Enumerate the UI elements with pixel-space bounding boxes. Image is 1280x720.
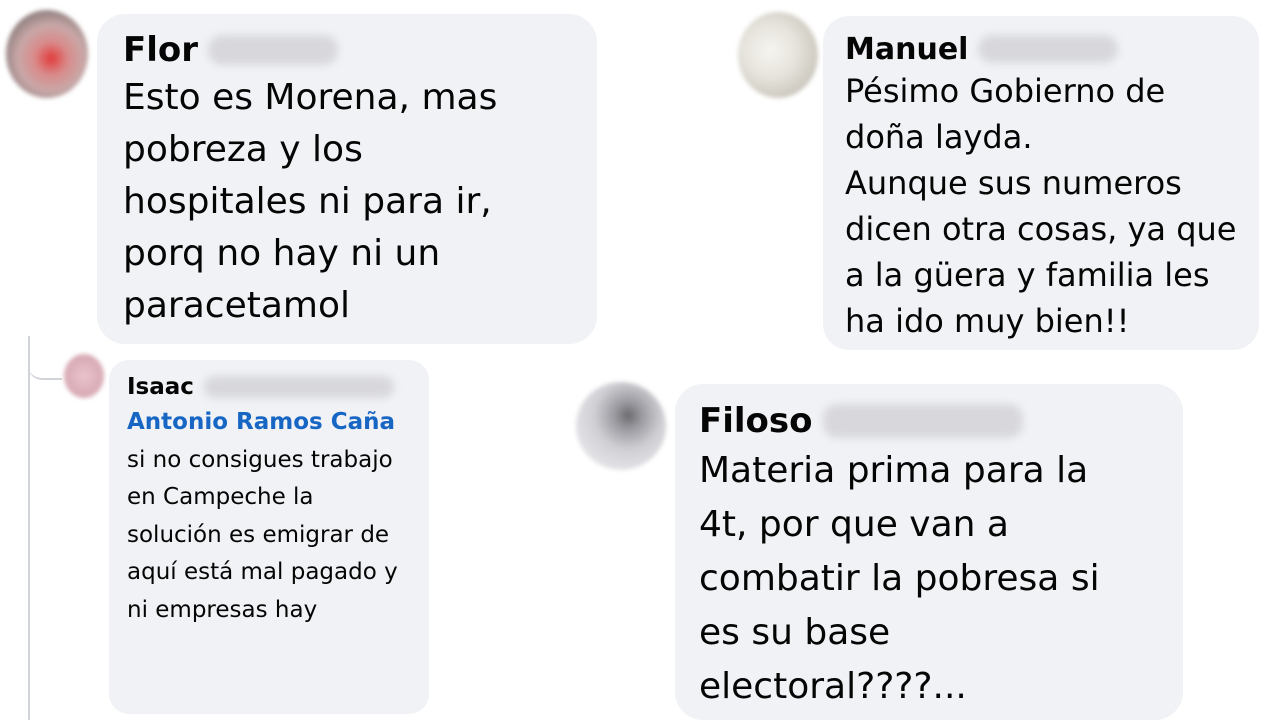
author-name[interactable]: Manuel [845,32,968,67]
redacted-surname [203,376,394,398]
redacted-surname [822,404,1023,438]
thread-line [28,336,30,720]
comment-author[interactable]: Flor [123,28,571,72]
comment-text: Pésimo Gobierno de doña layda. Aunque su… [845,68,1245,344]
redacted-surname [978,35,1119,63]
comment-author[interactable]: Filoso [699,398,1159,444]
comment-meta-cutoff [150,338,270,346]
avatar[interactable] [6,10,88,98]
comment-text-line: Aunque sus numeros dicen otra cosas, ya … [845,164,1237,340]
mention-link[interactable]: Antonio Ramos Caña [127,409,395,435]
author-name[interactable]: Isaac [127,374,194,400]
comment-text-line: Pésimo Gobierno de doña layda. [845,72,1166,156]
author-name[interactable]: Flor [123,30,198,70]
comment-bubble-filoso[interactable]: Filoso Materia prima para la 4t, por que… [675,384,1183,720]
comment-text: Esto es Morena, mas pobreza y los hospit… [123,77,498,326]
avatar[interactable] [738,12,818,98]
comment-body: si no consigues trabajo en Campeche la s… [127,446,398,623]
comment-text: Materia prima para la 4t, por que van a … [699,450,1100,707]
comment-bubble-flor[interactable]: Flor Esto es Morena, mas pobreza y los h… [97,14,597,344]
avatar[interactable] [576,382,666,470]
comment-author[interactable]: Manuel [845,30,1237,68]
comment-bubble-manuel[interactable]: Manuel Pésimo Gobierno de doña layda. Au… [823,16,1259,350]
avatar[interactable] [64,354,104,398]
comment-bubble-isaac[interactable]: Isaac Antonio Ramos Caña si no consigues… [109,360,429,714]
comment-text: Antonio Ramos Caña si no consigues traba… [127,404,409,629]
comment-author[interactable]: Isaac [127,370,411,404]
redacted-surname [208,35,339,65]
thread-connector [28,336,62,380]
author-name[interactable]: Filoso [699,401,813,441]
